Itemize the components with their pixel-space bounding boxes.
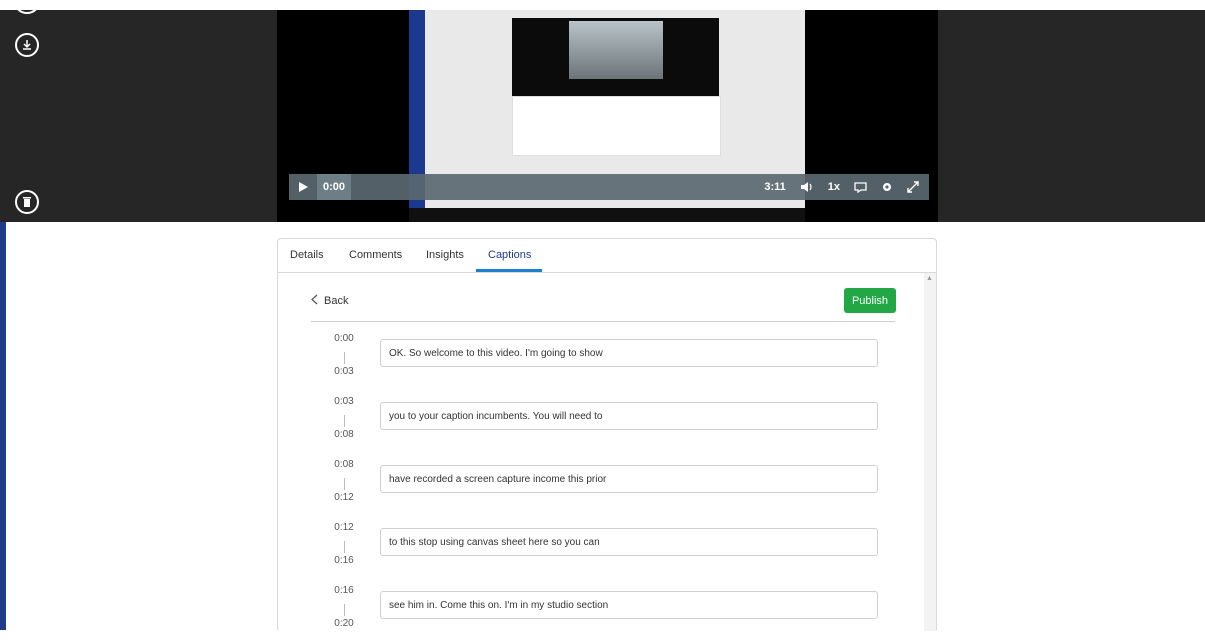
caption-start: 0:00 <box>334 333 354 344</box>
caption-text-input[interactable] <box>380 591 878 619</box>
caption-end: 0:12 <box>334 492 354 503</box>
tab-bar: Details Comments Insights Captions <box>278 239 936 273</box>
caption-time-line <box>344 352 345 364</box>
speed-button[interactable]: 1x <box>828 181 840 193</box>
video-player[interactable]: 0:00 3:11 1x <box>277 10 938 222</box>
caption-row: 0:00 0:03 <box>278 333 918 388</box>
scrollbar[interactable]: ▲ <box>924 273 936 631</box>
caption-start: 0:16 <box>334 585 354 596</box>
tab-comments[interactable]: Comments <box>349 249 402 261</box>
caption-row: 0:08 0:12 <box>278 459 918 514</box>
frame-video <box>512 18 719 100</box>
active-tab-indicator <box>476 269 542 272</box>
frame-taskbar <box>409 208 805 222</box>
current-time: 0:00 <box>317 174 352 200</box>
caption-time-line <box>344 478 345 490</box>
caption-start: 0:03 <box>334 396 354 407</box>
caption-text-input[interactable] <box>380 465 878 493</box>
delete-icon[interactable] <box>15 190 39 214</box>
caption-row: 0:03 0:08 <box>278 396 918 451</box>
divider <box>311 321 895 322</box>
settings-icon[interactable] <box>881 181 893 193</box>
left-accent-strip <box>0 222 6 630</box>
caption-text-input[interactable] <box>380 402 878 430</box>
tab-details[interactable]: Details <box>290 249 324 261</box>
fullscreen-icon[interactable] <box>907 181 919 193</box>
caption-start: 0:12 <box>334 522 354 533</box>
scroll-up-icon[interactable]: ▲ <box>926 275 933 282</box>
player-controls: 0:00 3:11 1x <box>289 174 929 200</box>
caption-row: 0:12 0:16 <box>278 522 918 577</box>
caption-row: 0:16 0:20 <box>278 585 918 640</box>
download-icon[interactable] <box>15 33 39 57</box>
frame-camera-image <box>569 21 663 79</box>
caption-start: 0:08 <box>334 459 354 470</box>
frame-card <box>512 96 721 156</box>
caption-end: 0:16 <box>334 555 354 566</box>
top-bar <box>0 0 1205 10</box>
play-icon[interactable] <box>289 181 317 193</box>
caption-text-input[interactable] <box>380 339 878 367</box>
caption-end: 0:03 <box>334 366 354 377</box>
caption-icon[interactable] <box>854 181 867 193</box>
chevron-left-icon <box>311 294 318 308</box>
caption-time-line <box>344 415 345 427</box>
caption-text-input[interactable] <box>380 528 878 556</box>
caption-time-line <box>344 604 345 616</box>
back-label: Back <box>324 295 349 307</box>
back-button[interactable]: Back <box>311 294 348 308</box>
caption-end: 0:08 <box>334 429 354 440</box>
tab-captions[interactable]: Captions <box>488 249 531 261</box>
caption-time-line <box>344 541 345 553</box>
caption-end: 0:20 <box>334 618 354 629</box>
duration: 3:11 <box>764 181 786 193</box>
tab-insights[interactable]: Insights <box>426 249 464 261</box>
publish-button[interactable]: Publish <box>844 288 896 313</box>
media-panel: Details Comments Insights Captions ▲ Bac… <box>277 238 937 631</box>
volume-icon[interactable] <box>800 181 814 193</box>
